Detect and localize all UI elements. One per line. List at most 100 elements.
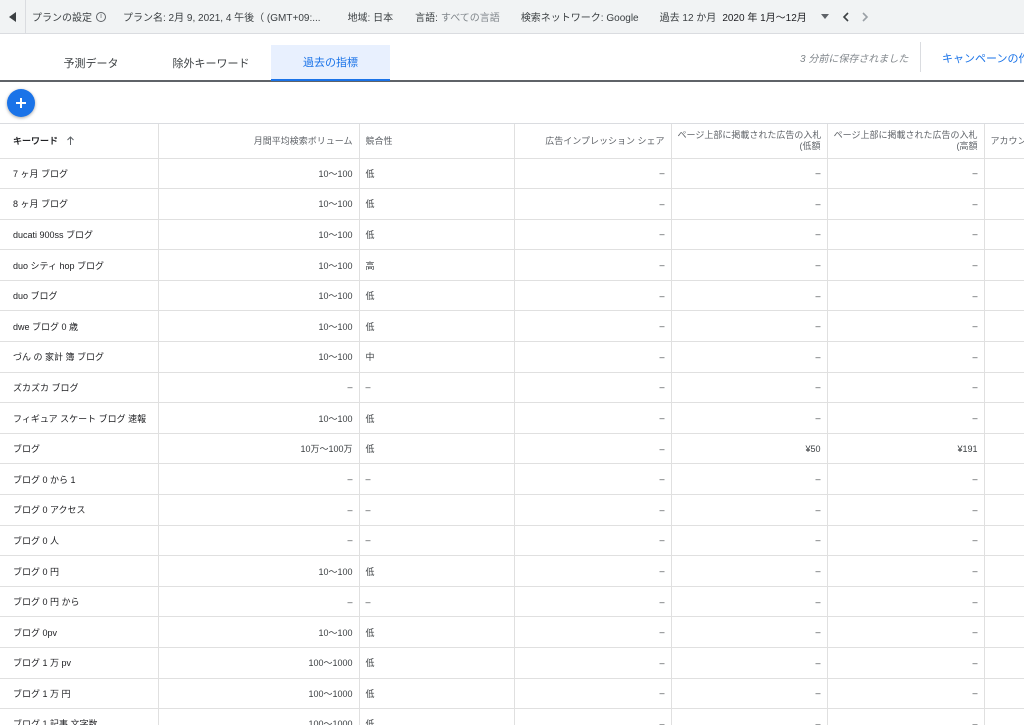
cell-competition: 高	[359, 249, 515, 281]
cell-keyword: ブログ 0 円 から	[0, 586, 159, 618]
cell-impression-share: –	[514, 280, 672, 312]
tab-historical-metrics[interactable]: 過去の指標	[271, 45, 390, 81]
table-row[interactable]: ブログ 0pv 10〜100 低 – – –	[0, 616, 1024, 648]
table-row[interactable]: dwe ブログ 0 歳 10〜100 低 – – –	[0, 310, 1024, 343]
add-button[interactable]	[7, 89, 35, 117]
table-row[interactable]: ブログ 1 万 pv 100〜1000 低 – – –	[0, 647, 1024, 679]
cell-keyword: 7 ヶ月 ブログ	[0, 158, 159, 190]
cell-keyword: duo ブログ	[0, 280, 159, 312]
dropdown-arrow-icon[interactable]	[820, 11, 829, 22]
cell-bid-high: –	[827, 158, 985, 190]
date-range-selector[interactable]: 過去 12 か月 2020 年 1月〜12月	[660, 9, 829, 24]
cell-bid-high: –	[827, 494, 985, 526]
table-row[interactable]: 7 ヶ月 ブログ 10〜100 低 – – –	[0, 158, 1024, 190]
cell-bid-low: –	[671, 280, 828, 312]
cell-keyword: ブログ 0 人	[0, 525, 159, 557]
cell-volume: 10万〜100万	[158, 433, 360, 465]
language-value: すべての言語	[440, 13, 500, 24]
sort-ascending-icon[interactable]	[66, 136, 74, 147]
cell-account	[984, 310, 1024, 343]
collapse-arrow-icon[interactable]	[0, 0, 26, 34]
tab-forecast[interactable]: 予測データ	[40, 45, 142, 81]
table-row[interactable]: ブログ 0 円 から – – – – –	[0, 586, 1024, 618]
cell-volume: –	[158, 586, 360, 618]
network-setting[interactable]: 検索ネットワーク: Google	[521, 9, 639, 24]
cell-keyword: duo シティ hop ブログ	[0, 249, 159, 281]
tab-negative-keywords[interactable]: 除外キーワード	[155, 45, 267, 81]
cell-volume: 100〜1000	[158, 647, 360, 679]
plan-name[interactable]: プラン名: 2月 9, 2021, 4 午後（ (GMT+09:...	[123, 9, 321, 24]
column-header-competition[interactable]: 競合性	[359, 124, 515, 159]
table-row[interactable]: ducati 900ss ブログ 10〜100 低 – – –	[0, 219, 1024, 251]
table-row[interactable]: 8 ヶ月 ブログ 10〜100 低 – – –	[0, 188, 1024, 220]
table-row[interactable]: ブログ 0 アクセス – – – – –	[0, 494, 1024, 526]
cell-bid-high: –	[827, 586, 985, 618]
cell-bid-high: –	[827, 647, 985, 679]
cell-bid-high: –	[827, 188, 985, 220]
cell-bid-high: –	[827, 341, 985, 373]
plus-icon	[16, 98, 26, 108]
table-row[interactable]: ブログ 1 記事 文字数 100〜1000 低 – – –	[0, 708, 1024, 725]
plan-name-text: プラン名: 2月 9, 2021, 4 午後（ (GMT+09:...	[123, 13, 321, 24]
language-setting[interactable]: 言語: すべての言語	[415, 9, 500, 24]
cell-account	[984, 647, 1024, 679]
cell-volume: 10〜100	[158, 249, 360, 281]
cell-impression-share: –	[514, 158, 672, 190]
cell-bid-low: –	[671, 463, 828, 496]
column-header-impression-share[interactable]: 広告インプレッション シェア	[514, 124, 672, 159]
column-header-bid-high-line2: (高額	[956, 140, 978, 151]
next-period-icon[interactable]	[858, 9, 874, 25]
cell-bid-low: –	[671, 188, 828, 220]
region-setting[interactable]: 地域: 日本	[348, 9, 394, 24]
cell-bid-high: –	[827, 219, 985, 251]
cell-account	[984, 280, 1024, 312]
cell-keyword: dwe ブログ 0 歳	[0, 310, 159, 343]
cell-competition: 低	[359, 188, 515, 220]
cell-competition: 低	[359, 555, 515, 587]
create-campaign-button[interactable]: キャンペーンの作	[942, 50, 1024, 66]
info-icon[interactable]: i	[96, 11, 106, 22]
column-header-bid-high[interactable]: ページ上部に掲載された広告の入札 (高額	[827, 124, 985, 159]
column-header-account[interactable]: アカウン	[984, 124, 1024, 159]
cell-competition: 低	[359, 219, 515, 251]
plan-settings-title[interactable]: プランの設定 i	[32, 9, 106, 24]
table-row[interactable]: ブログ 10万〜100万低 – ¥50 ¥191	[0, 433, 1024, 465]
previous-period-icon[interactable]	[838, 9, 854, 25]
cell-bid-low: ¥50	[671, 433, 828, 465]
table-row[interactable]: duo シティ hop ブログ 10〜100 高 – – –	[0, 249, 1024, 281]
column-header-volume[interactable]: 月間平均検索ボリューム	[158, 124, 360, 159]
column-header-bid-high-line1: ページ上部に掲載された広告の入札	[833, 129, 978, 140]
cell-bid-low: –	[671, 586, 828, 618]
cell-competition: –	[359, 463, 515, 496]
period-value: 2020 年 1月〜12月	[722, 13, 807, 24]
cell-impression-share: –	[514, 219, 672, 251]
cell-keyword: ズカズカ ブログ	[0, 372, 159, 404]
table-row[interactable]: ブログ 1 万 円 100〜1000 低 – – –	[0, 678, 1024, 710]
table-row[interactable]: フィギュア スケート ブログ 速報 10〜100 低 – – –	[0, 402, 1024, 434]
column-header-keyword[interactable]: キーワード	[0, 124, 159, 159]
table-row[interactable]: ブログ 0 円 10〜100 低 – – –	[0, 555, 1024, 587]
table-header-row: キーワード 月間平均検索ボリューム 競合性 広告インプレッション シェア ページ…	[0, 124, 1024, 159]
network-text: 検索ネットワーク: Google	[520, 13, 639, 24]
cell-account	[984, 555, 1024, 587]
table-row[interactable]: ブログ 0 から 1– – – – –	[0, 463, 1024, 496]
cell-volume: 10〜100	[158, 402, 360, 434]
table-row[interactable]: づん の 家計 簿 ブログ 10〜100 中 – – –	[0, 341, 1024, 373]
column-header-bid-low[interactable]: ページ上部に掲載された広告の入札 (低額	[671, 124, 828, 159]
cell-competition: –	[359, 494, 515, 526]
cell-keyword: ブログ 1 万 pv	[0, 647, 159, 679]
cell-account	[984, 525, 1024, 557]
cell-impression-share: –	[514, 433, 672, 465]
cell-volume: –	[158, 525, 360, 557]
cell-volume: 10〜100	[158, 280, 360, 312]
table-row[interactable]: ズカズカ ブログ – – – – –	[0, 372, 1024, 404]
table-row[interactable]: ブログ 0 人 – – – – –	[0, 525, 1024, 557]
table-row[interactable]: duo ブログ 10〜100 低 – – –	[0, 280, 1024, 312]
cell-bid-high: –	[827, 708, 985, 725]
cell-volume: 10〜100	[158, 555, 360, 587]
cell-bid-high: –	[827, 525, 985, 557]
cell-account	[984, 219, 1024, 251]
column-header-bid-low-line1: ページ上部に掲載された広告の入札	[677, 129, 821, 140]
cell-account	[984, 678, 1024, 710]
cell-bid-low: –	[671, 219, 828, 251]
